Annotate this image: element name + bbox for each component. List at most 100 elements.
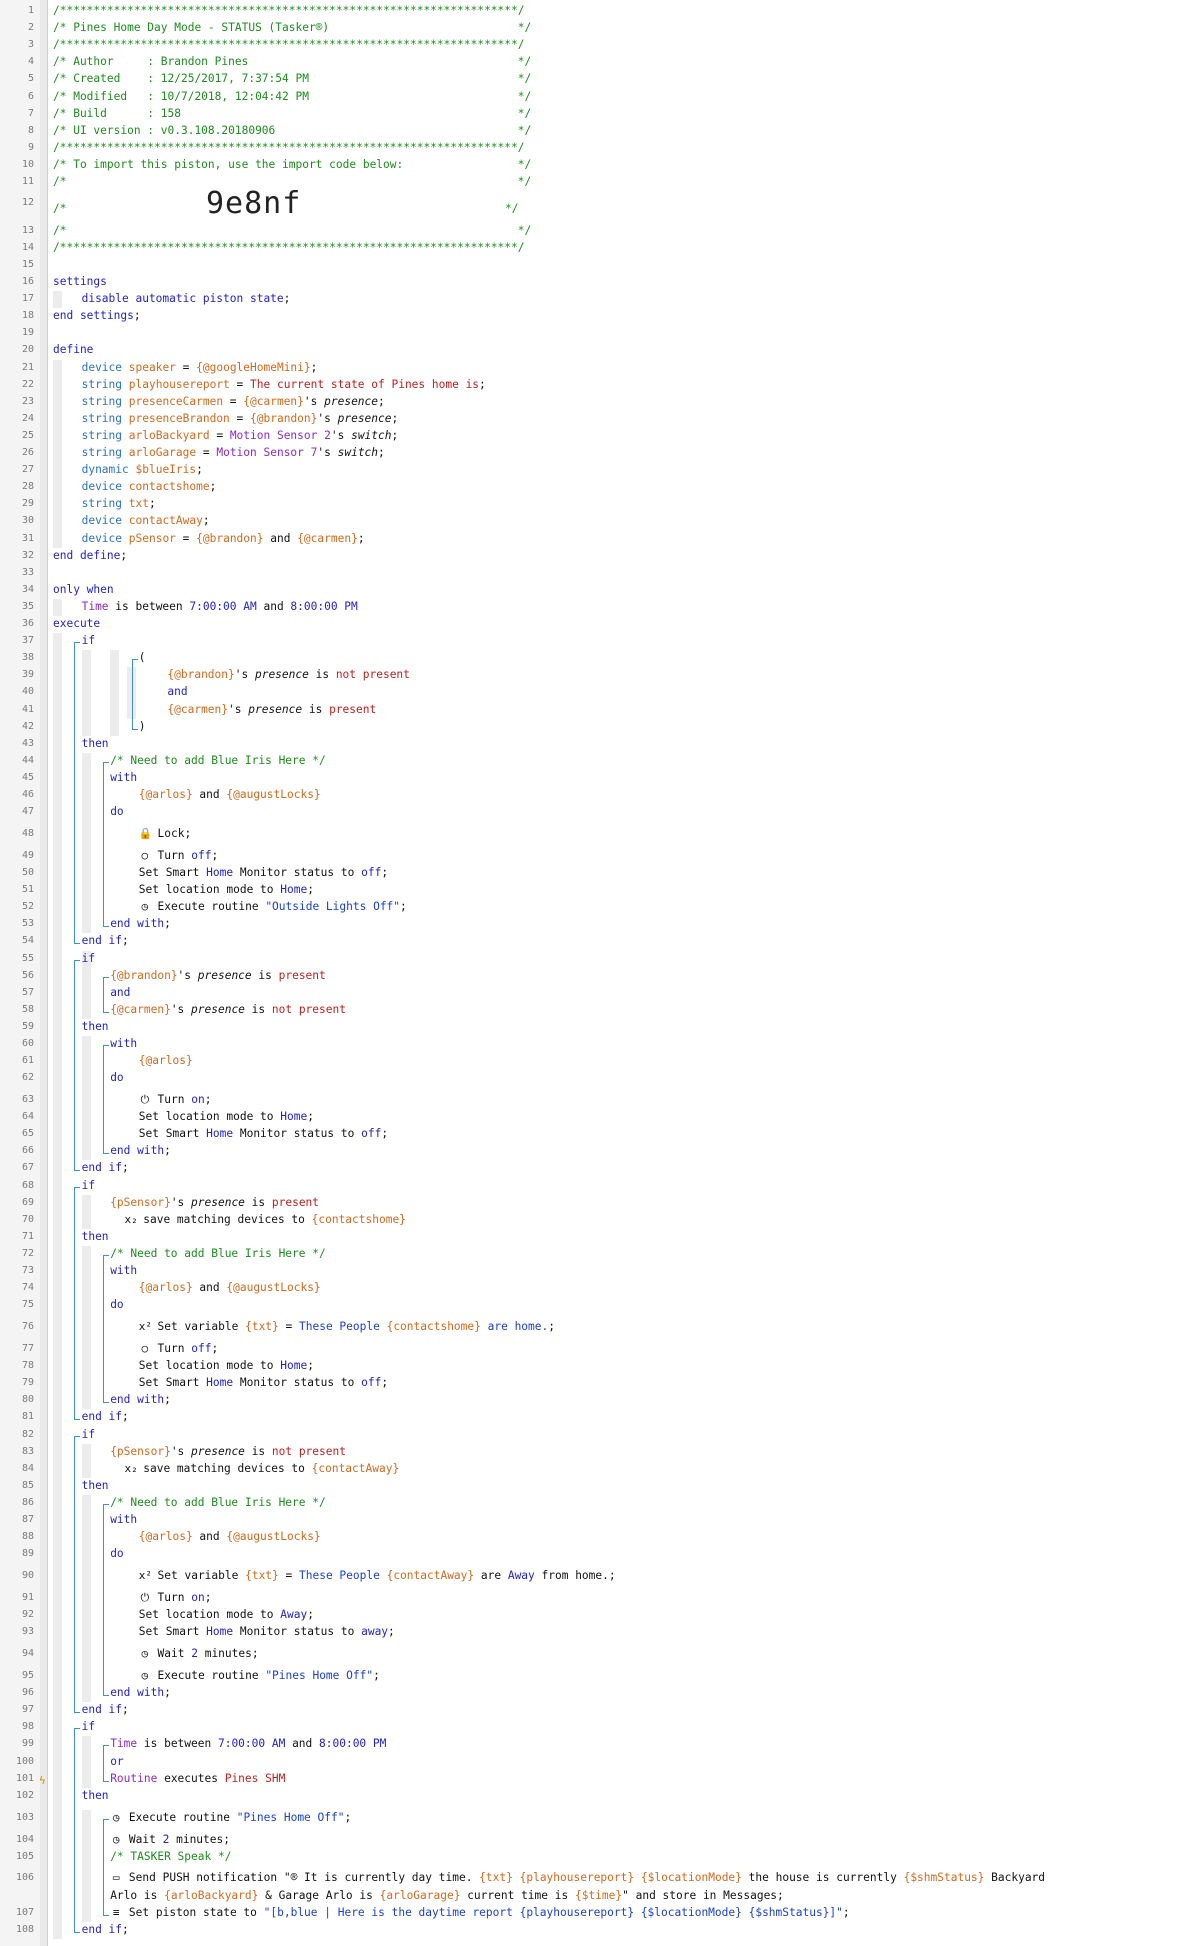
line-number: 35 — [21, 600, 34, 612]
code-line: Set Smart Home Monitor status to off; — [138, 1127, 389, 1141]
line-number: 10 — [21, 158, 34, 170]
line-number: 93 — [21, 1626, 34, 1638]
code-line: Time is between 7:00:00 AM and 8:00:00 P… — [110, 1737, 387, 1751]
code-line: string playhousereport = The current sta… — [81, 377, 486, 391]
clock-icon: ◷ — [112, 1832, 120, 1846]
code-line: ▭ Send PUSH notification "® It is curren… — [110, 1871, 1045, 1884]
line-number: 53 — [21, 918, 34, 930]
code-line: end if; — [81, 1703, 129, 1717]
line-number: 19 — [21, 327, 34, 339]
code-line: /* Modified : 10/7/2018, 12:04:42 PM */ — [53, 89, 532, 103]
code-line: or — [110, 1754, 124, 1768]
line-number: 55 — [21, 952, 34, 964]
line-number: 82 — [21, 1428, 34, 1440]
code-line: ( — [138, 651, 146, 665]
line-number: 83 — [21, 1445, 34, 1457]
code-line: /* UI version : v0.3.108.20180906 */ — [53, 123, 532, 137]
code-line: if — [81, 1427, 96, 1441]
line-number: 68 — [21, 1179, 34, 1191]
code-line: Arlo is {arloBackyard} & Garage Arlo is … — [110, 1888, 784, 1902]
line-number: 1 — [27, 5, 34, 16]
block-bracket — [74, 1728, 81, 1933]
code-line: then — [81, 1229, 109, 1243]
code-line: /* */ — [53, 223, 532, 237]
block-bracket — [103, 1254, 110, 1404]
line-number: 79 — [21, 1377, 34, 1389]
code-line: string arloGarage = Motion Sensor 7's sw… — [81, 446, 385, 460]
code-line: if — [81, 1178, 96, 1192]
power-off-icon: ○ — [141, 1342, 149, 1356]
line-number: 25 — [21, 429, 34, 441]
line-number: 45 — [21, 771, 34, 783]
line-number: 49 — [21, 849, 34, 861]
line-number: 58 — [21, 1003, 34, 1015]
code-line: execute — [53, 617, 101, 631]
code-line: then — [81, 736, 109, 750]
line-number: 99 — [21, 1738, 34, 1750]
line-number: 96 — [21, 1687, 34, 1699]
block-bracket — [103, 1818, 110, 1916]
indent-guide — [81, 650, 91, 736]
line-number: 23 — [21, 395, 34, 407]
line-number: 74 — [21, 1282, 34, 1294]
code-line: do — [110, 1547, 124, 1561]
power-off-icon: ○ — [141, 848, 149, 862]
line-number: 63 — [21, 1094, 34, 1106]
line-number: 91 — [21, 1592, 34, 1604]
line-number: 52 — [21, 901, 34, 913]
code-line: {@arlos} — [138, 1054, 193, 1068]
line-number: 2 — [27, 22, 34, 34]
code-line: {@arlos} and {@augustLocks} — [138, 1530, 321, 1544]
code-line: do — [110, 1298, 124, 1312]
line-number: 7 — [27, 107, 34, 119]
code-line: string presenceCarmen = {@carmen}'s pres… — [81, 394, 385, 408]
lock-icon: 🔒 — [138, 827, 153, 841]
line-number: 60 — [21, 1038, 34, 1049]
code-line: {pSensor}'s presence is present — [110, 1195, 320, 1209]
line-number: 77 — [21, 1343, 34, 1355]
line-number: 69 — [21, 1196, 34, 1208]
code-line: end define; — [53, 548, 128, 562]
code-line: /* 9e8nf */ — [53, 186, 519, 222]
code-line: with — [110, 1037, 138, 1050]
indent-guide — [81, 1494, 91, 1703]
code-line: {@carmen}'s presence is present — [167, 702, 377, 716]
subscript-icon: x₂ — [124, 1461, 138, 1475]
line-number: 20 — [21, 344, 34, 356]
code-line: device pSensor = {@brandon} and {@carmen… — [81, 531, 365, 545]
line-number: 90 — [21, 1570, 34, 1582]
code-line: Set location mode to Home; — [138, 1110, 314, 1124]
line-number: 38 — [21, 652, 34, 664]
code-line: {@arlos} and {@augustLocks} — [138, 1281, 321, 1295]
indent-guide — [53, 633, 62, 1939]
indent-guide — [81, 1036, 91, 1161]
clock-icon: ◷ — [141, 1669, 149, 1683]
code-line: Set location mode to Home; — [138, 883, 314, 897]
code-line: /***************************************… — [53, 38, 525, 52]
code-line: with — [110, 1264, 138, 1278]
code-line: /***************************************… — [53, 240, 525, 254]
code-line: x² Set variable {txt} = These People {co… — [138, 1320, 555, 1334]
code-line: /* Need to add Blue Iris Here */ — [110, 753, 326, 767]
line-number: 57 — [21, 986, 34, 998]
clock-icon: ◷ — [141, 900, 149, 914]
line-number: 8 — [27, 124, 34, 136]
line-number: 108 — [15, 1923, 34, 1935]
line-number: 107 — [15, 1906, 34, 1918]
line-number: 104 — [15, 1833, 34, 1845]
indent-guide — [53, 598, 62, 617]
line-number: 26 — [21, 447, 34, 459]
code-line: if — [81, 951, 96, 965]
line-number: 67 — [21, 1162, 34, 1174]
line-number: 81 — [21, 1411, 34, 1423]
code-line: x² Set variable {txt} = These People {co… — [138, 1569, 616, 1583]
power-on-icon: ⏻ — [140, 1093, 150, 1107]
indent-guide — [53, 291, 62, 309]
code-line: end if; — [81, 1410, 129, 1424]
code-line: disable automatic piston state; — [81, 292, 291, 306]
code-line: /* TASKER Speak */ — [110, 1849, 232, 1863]
line-number: 75 — [21, 1299, 34, 1311]
code-line: ○ Turn off; — [139, 1342, 218, 1355]
line-number: 85 — [21, 1479, 34, 1491]
code-line: end settings; — [53, 309, 141, 323]
